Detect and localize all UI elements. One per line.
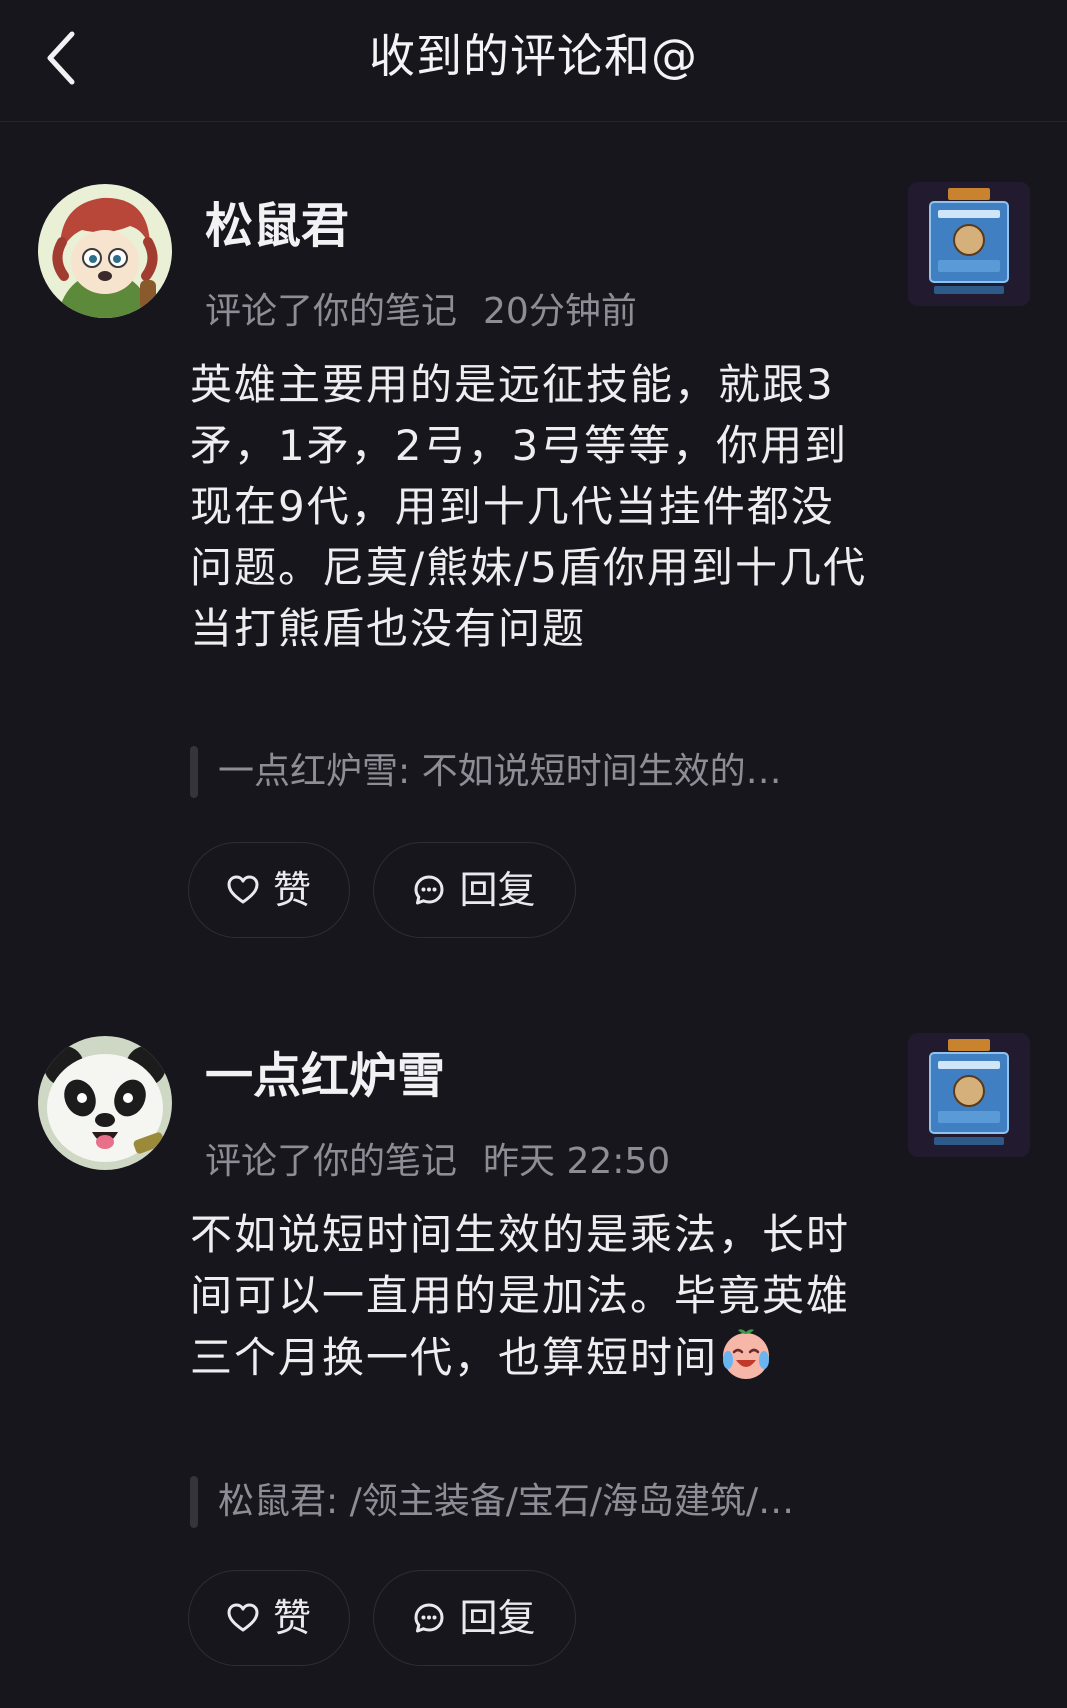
page-title: 收到的评论和@ bbox=[369, 29, 698, 83]
comment-username[interactable]: 一点红炉雪 bbox=[205, 1046, 445, 1106]
like-label: 赞 bbox=[272, 1596, 311, 1640]
reply-button[interactable]: 回复 bbox=[373, 842, 576, 938]
reply-button[interactable]: 回复 bbox=[373, 1570, 576, 1666]
quoted-comment[interactable]: 松鼠君: /领主装备/宝石/海岛建筑/… bbox=[190, 1474, 870, 1530]
top-bar: 收到的评论和@ bbox=[0, 0, 1067, 122]
panda-avatar-image bbox=[38, 1036, 172, 1170]
comment-meta: 评论了你的笔记 20分钟前 bbox=[205, 288, 637, 336]
like-label: 赞 bbox=[272, 868, 311, 912]
heart-icon bbox=[227, 1603, 259, 1632]
quoted-comment[interactable]: 一点红炉雪: 不如说短时间生效的… bbox=[190, 744, 870, 800]
chat-bubble-icon bbox=[414, 1603, 444, 1633]
like-button[interactable]: 赞 bbox=[188, 1570, 350, 1666]
comment-meta: 评论了你的笔记 昨天 22:50 bbox=[205, 1138, 670, 1186]
note-thumbnail-image bbox=[908, 1033, 1030, 1157]
cartoon-avatar-image bbox=[38, 184, 172, 318]
quote-bar bbox=[190, 746, 198, 798]
reply-label: 回复 bbox=[459, 868, 536, 912]
comment-username[interactable]: 松鼠君 bbox=[205, 196, 349, 256]
note-thumbnail[interactable] bbox=[908, 1033, 1030, 1157]
comment-action: 评论了你的笔记 bbox=[205, 1141, 458, 1182]
comment-text: 英雄主要用的是远征技能，就跟3矛，1矛，2弓，3弓等等，你用到现在9代，用到十几… bbox=[190, 360, 868, 653]
note-thumbnail-image bbox=[908, 182, 1030, 306]
quote-text: 松鼠君: /领主装备/宝石/海岛建筑/… bbox=[218, 1481, 795, 1522]
like-button[interactable]: 赞 bbox=[188, 842, 350, 938]
comment-time: 20分钟前 bbox=[483, 291, 637, 332]
heart-icon bbox=[227, 875, 259, 904]
avatar[interactable] bbox=[38, 1036, 172, 1170]
note-thumbnail[interactable] bbox=[908, 182, 1030, 306]
quote-bar bbox=[190, 1476, 198, 1528]
crying-laughing-emoji-icon bbox=[718, 1326, 774, 1382]
avatar[interactable] bbox=[38, 184, 172, 318]
comment-text: 不如说短时间生效的是乘法，长时间可以一直用的是加法。毕竟英雄三个月换一代，也算短… bbox=[190, 1204, 870, 1388]
quote-text: 一点红炉雪: 不如说短时间生效的… bbox=[218, 751, 782, 792]
reply-label: 回复 bbox=[459, 1596, 536, 1640]
chat-bubble-icon bbox=[414, 875, 444, 905]
comment-time: 昨天 22:50 bbox=[483, 1141, 671, 1182]
comment-action: 评论了你的笔记 bbox=[205, 291, 458, 332]
